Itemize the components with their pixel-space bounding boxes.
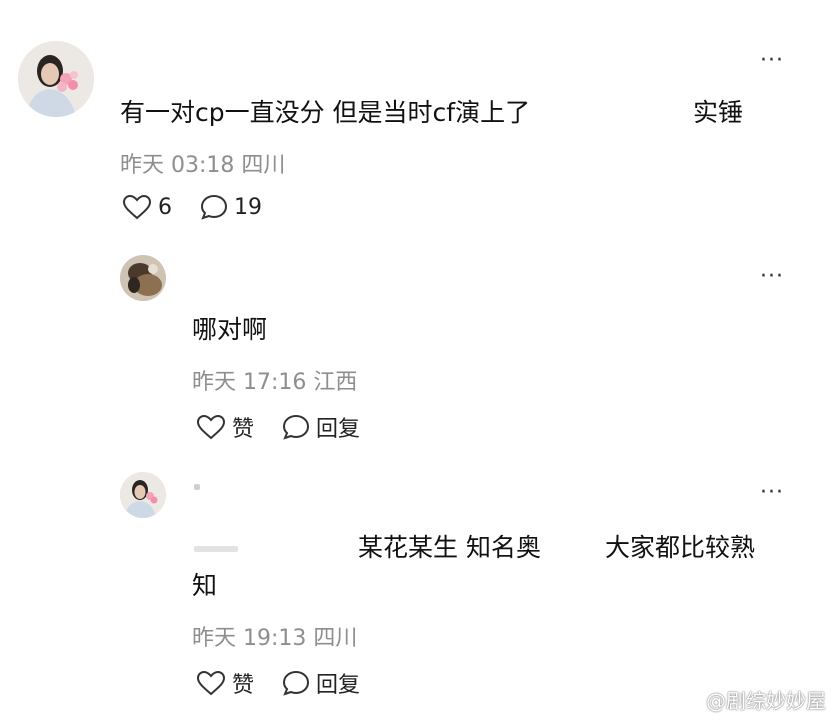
like-count: 6 — [158, 194, 172, 220]
like-button[interactable]: 赞 — [196, 667, 254, 699]
avatar[interactable] — [120, 255, 166, 301]
comment-meta: 昨天 03:18 四川 — [120, 147, 285, 179]
reply-text: 某花某生 知名奥 — [358, 533, 541, 562]
reply-button[interactable]: 回复 — [282, 667, 360, 699]
reply-location: 江西 — [313, 370, 358, 395]
heart-icon — [122, 194, 152, 220]
reply-label: 回复 — [316, 673, 361, 698]
comment-bubble-icon — [282, 670, 310, 696]
comment-text-part1: 有一对cp一直没分 但是当时cf演上了 — [120, 98, 531, 127]
reply-text: 哪对啊 — [192, 315, 268, 344]
reply-label: 回复 — [316, 417, 361, 442]
comment-bubble-icon — [200, 194, 228, 220]
reply-text-tail: 大家都比较熟 — [605, 533, 756, 562]
avatar[interactable] — [120, 472, 166, 518]
reply-button[interactable]: 回复 — [282, 411, 360, 443]
comment-text: 有一对cp一直没分 但是当时cf演上了 — [120, 93, 530, 129]
comment-location: 四川 — [241, 153, 286, 178]
blurred-text — [194, 484, 200, 490]
like-label: 赞 — [232, 417, 255, 442]
reply-text-wrap: 知 — [192, 571, 218, 600]
like-button[interactable]: 赞 — [196, 411, 254, 443]
blurred-text — [194, 546, 238, 552]
reply-count: 19 — [234, 194, 262, 220]
reply-count-button[interactable]: 19 — [200, 194, 262, 220]
comment-bubble-icon — [282, 414, 310, 440]
heart-icon — [196, 414, 226, 440]
more-dots-icon[interactable]: ··· — [760, 482, 784, 504]
reply-time: 昨天 19:13 — [192, 626, 307, 651]
reply-time: 昨天 17:16 — [192, 370, 307, 395]
like-label: 赞 — [232, 673, 255, 698]
more-dots-icon[interactable]: ··· — [760, 266, 784, 288]
like-button[interactable]: 6 — [122, 194, 172, 220]
comment-thread: ··· 有一对cp一直没分 但是当时cf演上了 实锤 昨天 03:18 四川 6… — [0, 0, 836, 720]
heart-icon — [196, 670, 226, 696]
comment-time: 昨天 03:18 — [120, 153, 235, 178]
reply-location: 四川 — [313, 626, 358, 651]
watermark: @剧综妙妙屋 — [706, 689, 826, 713]
more-dots-icon[interactable]: ··· — [760, 50, 784, 72]
avatar[interactable] — [18, 41, 94, 117]
reply-meta: 昨天 17:16 江西 — [192, 364, 357, 396]
reply-meta: 昨天 19:13 四川 — [192, 620, 357, 652]
comment-text-tail: 实锤 — [693, 98, 744, 127]
